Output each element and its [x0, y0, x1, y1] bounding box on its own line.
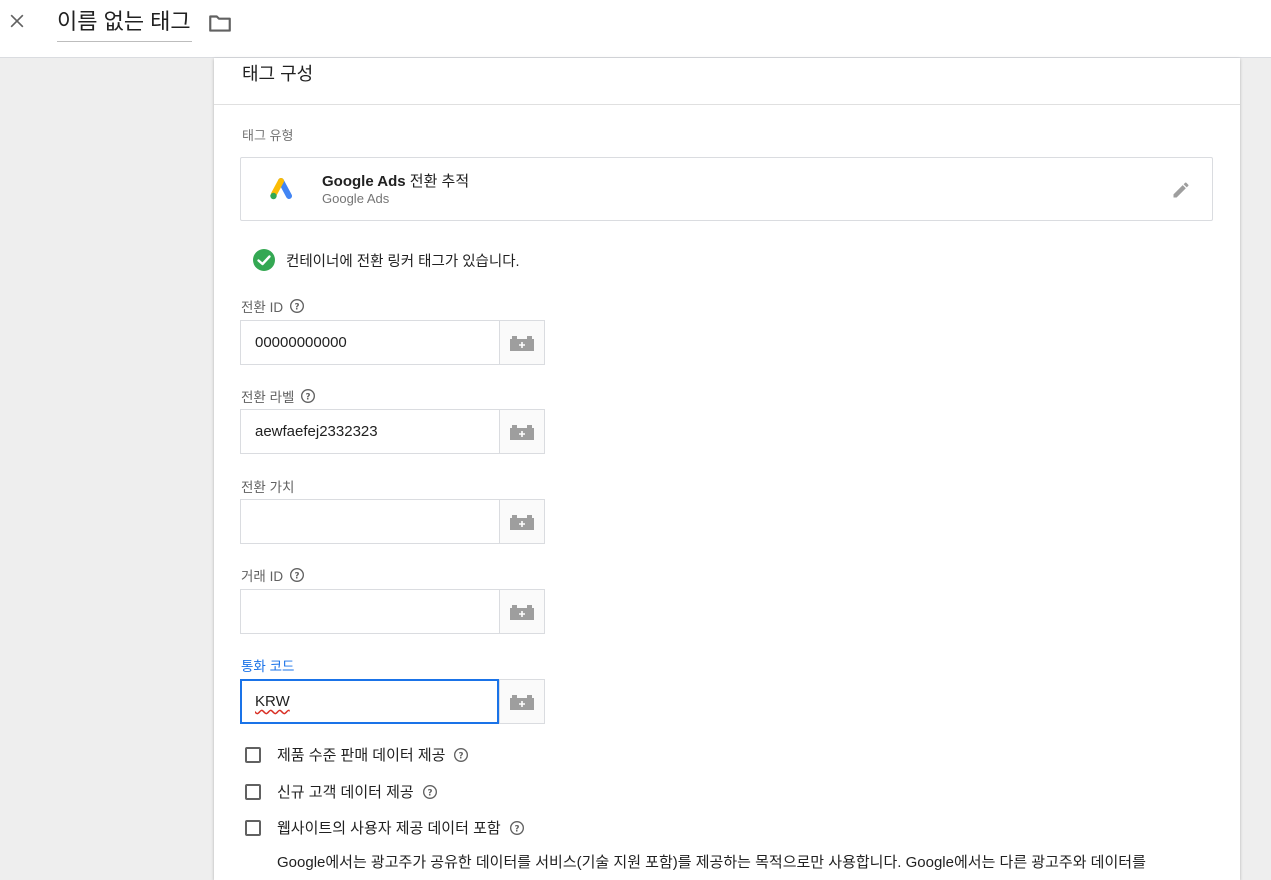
checkbox-label: 신규 고객 데이터 제공	[277, 784, 414, 801]
panel-title: 태그 구성	[242, 64, 314, 84]
tag-type-name: Google Ads 전환 추적	[322, 170, 469, 191]
conversion-id-label-text: 전환 ID	[241, 300, 284, 315]
conversion-label-label-text: 전환 라벨	[241, 390, 295, 405]
currency-code-group: KRW	[240, 679, 545, 724]
status-message: 컨테이너에 전환 링커 태그가 있습니다.	[286, 253, 520, 270]
add-variable-icon	[510, 424, 534, 440]
checkbox[interactable]	[245, 783, 261, 800]
tag-type-vendor: Google Ads	[322, 191, 390, 206]
variable-picker-button[interactable]	[499, 589, 545, 634]
close-button[interactable]	[4, 8, 30, 34]
help-icon[interactable]: ?	[300, 388, 316, 404]
checkbox-new-customer-data[interactable]: 신규 고객 데이터 제공 ?	[245, 781, 438, 802]
add-variable-icon	[510, 514, 534, 530]
variable-picker-button[interactable]	[499, 409, 545, 454]
panel-header: 태그 구성	[214, 58, 1240, 105]
tag-type-name-brand: Google Ads	[322, 173, 406, 190]
add-variable-icon	[510, 694, 534, 710]
add-variable-icon	[510, 604, 534, 620]
svg-text:?: ?	[306, 392, 311, 402]
linker-status: 컨테이너에 전환 링커 태그가 있습니다.	[252, 248, 520, 272]
conversion-value-label-text: 전환 가치	[241, 480, 295, 495]
checkbox[interactable]	[245, 819, 261, 836]
tag-type-label: 태그 유형	[242, 128, 294, 143]
data-usage-disclaimer: Google에서는 광고주가 공유한 데이터를 서비스(기술 지원 포함)를 제…	[277, 854, 1146, 871]
svg-text:?: ?	[295, 302, 300, 312]
svg-text:?: ?	[295, 571, 300, 581]
conversion-label-group	[240, 409, 545, 454]
check-circle-icon	[253, 249, 275, 271]
top-bar: 이름 없는 태그	[0, 0, 1271, 58]
edit-pencil-icon[interactable]	[1171, 180, 1191, 200]
conversion-value-label: 전환 가치	[241, 476, 294, 496]
add-variable-icon	[510, 335, 534, 351]
transaction-id-group	[240, 589, 545, 634]
checkbox[interactable]	[245, 746, 261, 763]
conversion-id-group	[240, 320, 545, 365]
conversion-id-input[interactable]	[240, 320, 499, 365]
help-icon[interactable]: ?	[289, 567, 305, 583]
variable-picker-button[interactable]	[499, 320, 545, 365]
help-icon[interactable]: ?	[422, 784, 438, 800]
tag-configuration-panel: 태그 구성 태그 유형 Google Ads 전환 추적 Google Ads …	[214, 58, 1240, 880]
tag-type-name-suffix: 전환 추적	[405, 173, 470, 190]
help-icon[interactable]: ?	[453, 747, 469, 763]
conversion-label-label: 전환 라벨 ?	[241, 386, 316, 406]
tag-name-field[interactable]: 이름 없는 태그	[57, 8, 192, 42]
close-icon	[10, 14, 24, 28]
svg-text:?: ?	[459, 751, 464, 761]
conversion-label-input[interactable]	[240, 409, 499, 454]
folder-icon	[209, 15, 231, 32]
svg-text:?: ?	[427, 788, 432, 798]
transaction-id-label: 거래 ID ?	[241, 565, 305, 585]
folder-button[interactable]	[207, 10, 233, 36]
variable-picker-button[interactable]	[499, 679, 545, 724]
checkbox-user-provided-data[interactable]: 웹사이트의 사용자 제공 데이터 포함 ?	[245, 817, 525, 838]
tag-type-card[interactable]: Google Ads 전환 추적 Google Ads	[240, 157, 1213, 221]
currency-code-input[interactable]: KRW	[240, 679, 499, 724]
currency-code-label-text: 통화 코드	[241, 659, 295, 674]
conversion-id-label: 전환 ID ?	[241, 296, 305, 316]
currency-code-label: 통화 코드	[241, 655, 294, 675]
currency-code-value: KRW	[255, 693, 290, 710]
checkbox-label: 제품 수준 판매 데이터 제공	[277, 747, 446, 764]
help-icon[interactable]: ?	[289, 298, 305, 314]
google-ads-logo	[270, 178, 292, 200]
variable-picker-button[interactable]	[499, 499, 545, 544]
transaction-id-label-text: 거래 ID	[241, 569, 284, 584]
right-gutter	[1241, 58, 1271, 880]
conversion-value-group	[240, 499, 545, 544]
conversion-value-input[interactable]	[240, 499, 499, 544]
checkbox-label: 웹사이트의 사용자 제공 데이터 포함	[277, 820, 501, 837]
svg-text:?: ?	[514, 824, 519, 834]
transaction-id-input[interactable]	[240, 589, 499, 634]
checkbox-product-sales-data[interactable]: 제품 수준 판매 데이터 제공 ?	[245, 744, 469, 765]
help-icon[interactable]: ?	[509, 820, 525, 836]
